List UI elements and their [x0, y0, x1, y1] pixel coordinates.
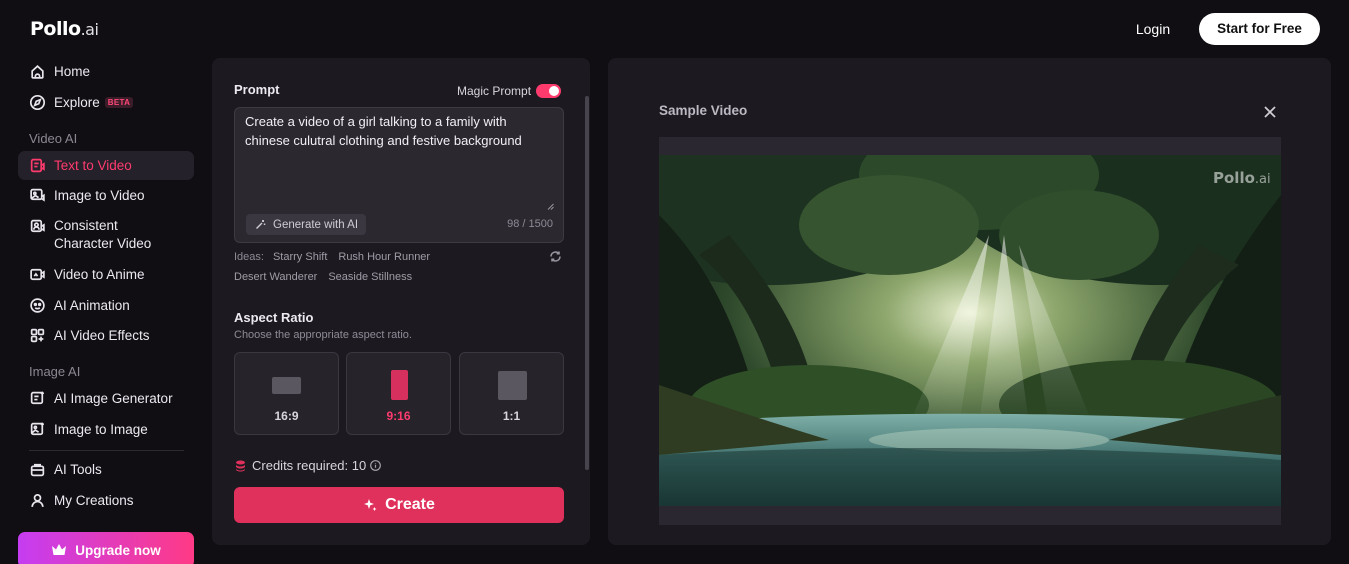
sidebar-item-text-to-video[interactable]: Text to Video	[18, 151, 194, 180]
aspect-option-label: 1:1	[502, 409, 521, 423]
beta-badge: BETA	[104, 97, 134, 108]
sidebar-item-image-to-image[interactable]: Image to Image	[18, 415, 194, 444]
character-video-icon	[29, 218, 46, 235]
resize-handle-icon[interactable]	[547, 203, 554, 210]
upgrade-button[interactable]: Upgrade now	[18, 532, 194, 564]
toolbox-icon	[29, 461, 46, 478]
sample-video-title: Sample Video	[659, 103, 748, 118]
section-title-image-ai: Image AI	[29, 364, 81, 379]
brand-name: Pollo	[30, 18, 81, 40]
refresh-ideas-icon[interactable]	[549, 250, 562, 263]
sample-video-player[interactable]	[659, 155, 1281, 506]
magic-wand-icon	[256, 220, 266, 229]
brand-logo[interactable]: Pollo.ai	[30, 18, 99, 40]
aspect-ratio-subtitle: Choose the appropriate aspect ratio.	[234, 329, 412, 341]
aspect-option-label: 9:16	[386, 409, 411, 423]
sidebar-item-my-creations[interactable]: My Creations	[18, 486, 194, 515]
sidebar-item-label: Image to Video	[54, 188, 145, 203]
aspect-option-1-1[interactable]: 1:1	[459, 352, 564, 435]
brand-suffix: .ai	[80, 20, 99, 39]
aspect-option-label: 16:9	[274, 409, 299, 423]
sidebar-item-ai-image-generator[interactable]: AI Image Generator	[18, 384, 194, 413]
sidebar-item-ai-tools[interactable]: AI Tools	[18, 455, 194, 484]
image-generator-icon	[29, 390, 46, 407]
idea-chip[interactable]: Starry Shift	[273, 251, 327, 263]
prompt-textarea[interactable]: Create a video of a girl talking to a fa…	[234, 107, 564, 243]
magic-prompt-toggle[interactable]	[536, 84, 562, 98]
sidebar-item-ai-animation[interactable]: AI Animation	[18, 291, 194, 320]
ideas-label: Ideas:	[234, 251, 264, 263]
info-icon[interactable]	[370, 460, 382, 471]
sidebar-item-consistent-character-video[interactable]: Consistent Character Video	[18, 211, 194, 251]
sidebar-item-explore[interactable]: Explore BETA	[18, 88, 194, 117]
image-video-icon	[29, 187, 46, 204]
aspect-ratio-label: Aspect Ratio	[234, 310, 314, 325]
idea-chip[interactable]: Rush Hour Runner	[338, 251, 430, 263]
aspect-option-16-9[interactable]: 16:9	[234, 352, 339, 435]
generate-with-ai-button[interactable]: Generate with AI	[246, 214, 367, 235]
sidebar-item-label: Image to Image	[54, 422, 148, 437]
sidebar-item-label: Home	[54, 64, 91, 79]
close-icon[interactable]	[1262, 104, 1278, 120]
anime-video-icon	[29, 266, 46, 283]
panel-scrollbar[interactable]	[585, 96, 589, 470]
idea-chip[interactable]: Seaside Stillness	[328, 271, 412, 283]
sidebar-item-label: Explore	[54, 95, 100, 110]
watermark-name: Pollo	[1213, 169, 1255, 187]
ideas-row-2: Desert Wanderer Seaside Stillness	[234, 271, 412, 283]
magic-prompt-label: Magic Prompt	[457, 84, 532, 98]
sparkle-icon	[364, 499, 377, 511]
sidebar-item-label: AI Image Generator	[54, 391, 173, 406]
aspect-option-9-16[interactable]: 9:16	[346, 352, 451, 435]
landscape-shape-icon	[272, 377, 301, 394]
square-shape-icon	[498, 371, 527, 400]
sidebar-item-label: Video to Anime	[54, 267, 145, 282]
character-counter: 98 / 1500	[507, 218, 553, 230]
upgrade-label: Upgrade now	[75, 542, 161, 558]
home-icon	[29, 63, 46, 80]
sidebar-item-video-to-anime[interactable]: Video to Anime	[18, 260, 194, 289]
crown-icon	[52, 544, 67, 555]
text-video-icon	[29, 157, 46, 174]
section-title-video-ai: Video AI	[29, 131, 78, 146]
magic-prompt: Magic Prompt	[457, 84, 562, 98]
app-root: Pollo.ai Login Start for Free Home Explo…	[0, 0, 1349, 564]
create-label: Create	[385, 496, 435, 513]
sidebar-item-label: AI Tools	[54, 462, 102, 477]
sidebar-item-ai-video-effects[interactable]: AI Video Effects	[18, 321, 194, 350]
idea-chip[interactable]: Desert Wanderer	[234, 271, 317, 283]
user-icon	[29, 492, 46, 509]
sidebar-item-label: Text to Video	[54, 158, 132, 173]
start-for-free-button[interactable]: Start for Free	[1199, 13, 1320, 45]
sidebar-item-label: AI Video Effects	[54, 328, 150, 343]
compass-icon	[29, 94, 46, 111]
forest-river-video-frame	[659, 155, 1281, 506]
sidebar-divider	[29, 450, 184, 451]
credits-coin-icon	[236, 460, 245, 471]
prompt-text[interactable]: Create a video of a girl talking to a fa…	[245, 113, 550, 150]
portrait-shape-icon	[391, 370, 408, 400]
create-button[interactable]: Create	[234, 487, 564, 523]
generate-with-ai-label: Generate with AI	[273, 218, 359, 231]
effects-grid-icon	[29, 327, 46, 344]
sidebar-item-label: My Creations	[54, 493, 134, 508]
credits-required: Credits required: 10	[235, 458, 382, 473]
image-to-image-icon	[29, 421, 46, 438]
watermark-suffix: .ai	[1254, 172, 1271, 187]
prompt-label: Prompt	[234, 82, 280, 97]
sidebar-item-image-to-video[interactable]: Image to Video	[18, 181, 194, 210]
animation-face-icon	[29, 297, 46, 314]
credits-text: Credits required: 10	[252, 458, 367, 473]
sidebar-item-label: AI Animation	[54, 298, 130, 313]
sidebar-item-label: Consistent Character Video	[54, 218, 152, 251]
sidebar-item-home[interactable]: Home	[18, 57, 194, 86]
ideas-row-1: Ideas: Starry Shift Rush Hour Runner	[234, 251, 430, 263]
video-watermark: Pollo.ai	[1213, 169, 1271, 187]
login-button[interactable]: Login	[1118, 14, 1188, 44]
